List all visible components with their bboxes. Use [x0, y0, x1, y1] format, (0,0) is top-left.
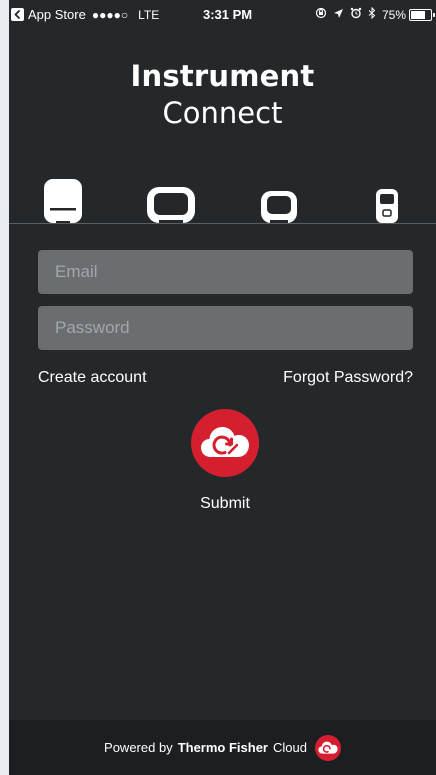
- app-title: Instrument Connect: [9, 58, 436, 132]
- instrument-row: [9, 178, 436, 226]
- battery-cap: [433, 12, 435, 17]
- submit-label[interactable]: Submit: [9, 495, 436, 513]
- compact-instrument-icon[interactable]: [260, 190, 298, 224]
- footer-cloud-label: Cloud: [272, 740, 307, 755]
- cloud-sync-icon: [201, 427, 249, 457]
- app-screen: App Store ●●●●○ LTE 3:31 PM 75% Instrume…: [9, 0, 436, 775]
- alarm-clock-icon: [350, 7, 362, 22]
- back-arrow-icon[interactable]: [11, 8, 24, 21]
- password-field[interactable]: [38, 306, 413, 350]
- title-connect: Connect: [162, 96, 283, 130]
- wide-instrument-icon[interactable]: [146, 186, 196, 224]
- status-time: 3:31 PM: [203, 7, 253, 22]
- footer: Powered by Thermo Fisher Cloud: [9, 720, 436, 775]
- divider: [9, 223, 436, 224]
- back-app-label[interactable]: App Store: [28, 7, 86, 22]
- status-left: App Store ●●●●○ LTE: [11, 7, 159, 22]
- email-field[interactable]: [38, 250, 413, 294]
- bluetooth-icon: [368, 6, 376, 22]
- large-instrument-icon[interactable]: [43, 178, 83, 224]
- location-arrow-icon: [333, 8, 344, 22]
- footer-brand: Thermo Fisher: [177, 740, 268, 755]
- footer-content: Powered by Thermo Fisher Cloud: [9, 720, 436, 775]
- status-bar: App Store ●●●●○ LTE 3:31 PM 75%: [9, 0, 436, 28]
- battery-percent: 75%: [381, 7, 406, 22]
- screen-rotation-lock-icon: [315, 7, 327, 22]
- cloud-logo-icon: [314, 734, 341, 761]
- battery-icon: [409, 8, 435, 21]
- battery-fill: [411, 10, 426, 19]
- powered-by-label: Powered by: [104, 740, 173, 755]
- forgot-password-link[interactable]: Forgot Password?: [283, 369, 413, 387]
- carrier-label: LTE: [138, 7, 160, 22]
- create-account-link[interactable]: Create account: [38, 369, 147, 387]
- handheld-instrument-icon[interactable]: [375, 188, 399, 224]
- status-right: 75%: [309, 6, 435, 22]
- signal-strength: ●●●●○: [91, 7, 129, 22]
- title-instrument: Instrument: [130, 59, 315, 93]
- submit-button[interactable]: [191, 409, 259, 477]
